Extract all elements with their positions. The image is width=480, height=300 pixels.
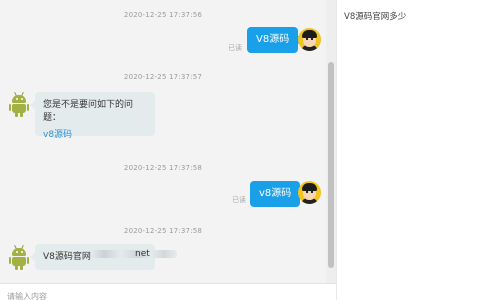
blurred-redaction <box>91 250 177 258</box>
bot-message-bubble: 您是不是要问如下的问题： v8源码 <box>30 92 155 140</box>
message-timestamp: 2020-12-25 17:37:57 <box>123 73 203 81</box>
question-sidebar: V8源码官网多少 <box>336 0 480 300</box>
bot-message-bubble: V8源码官网 net <box>30 244 177 270</box>
sidebar-item-question[interactable]: V8源码官网多少 <box>344 10 406 22</box>
message-list[interactable]: 2020-12-25 17:37:56 已读 V8源码 2020-12-25 1… <box>0 0 336 283</box>
user-avatar <box>298 181 321 204</box>
user-avatar <box>298 28 321 51</box>
bot-message-text-tail: net <box>135 249 150 259</box>
user-message-bubble: v8源码 <box>250 181 306 207</box>
chat-pane: 2020-12-25 17:37:56 已读 V8源码 2020-12-25 1… <box>0 0 336 300</box>
suggested-question-link[interactable]: v8源码 <box>43 127 147 140</box>
message-timestamp: 2020-12-25 17:37:58 <box>123 227 203 235</box>
read-status: 已读 <box>232 196 246 204</box>
bot-message-text: 您是不是要问如下的问题： <box>43 100 134 123</box>
message-input-area <box>0 283 336 300</box>
scrollbar-thumb[interactable] <box>328 62 334 268</box>
bot-message-text: V8源码官网 <box>43 252 91 262</box>
bot-avatar-icon <box>9 244 29 271</box>
bot-avatar-icon <box>9 91 29 118</box>
message-input[interactable] <box>0 287 327 300</box>
read-status: 已读 <box>228 44 242 52</box>
message-timestamp: 2020-12-25 17:37:58 <box>123 164 203 172</box>
user-message-bubble: V8源码 <box>247 27 304 53</box>
message-timestamp: 2020-12-25 17:37:56 <box>123 11 203 19</box>
